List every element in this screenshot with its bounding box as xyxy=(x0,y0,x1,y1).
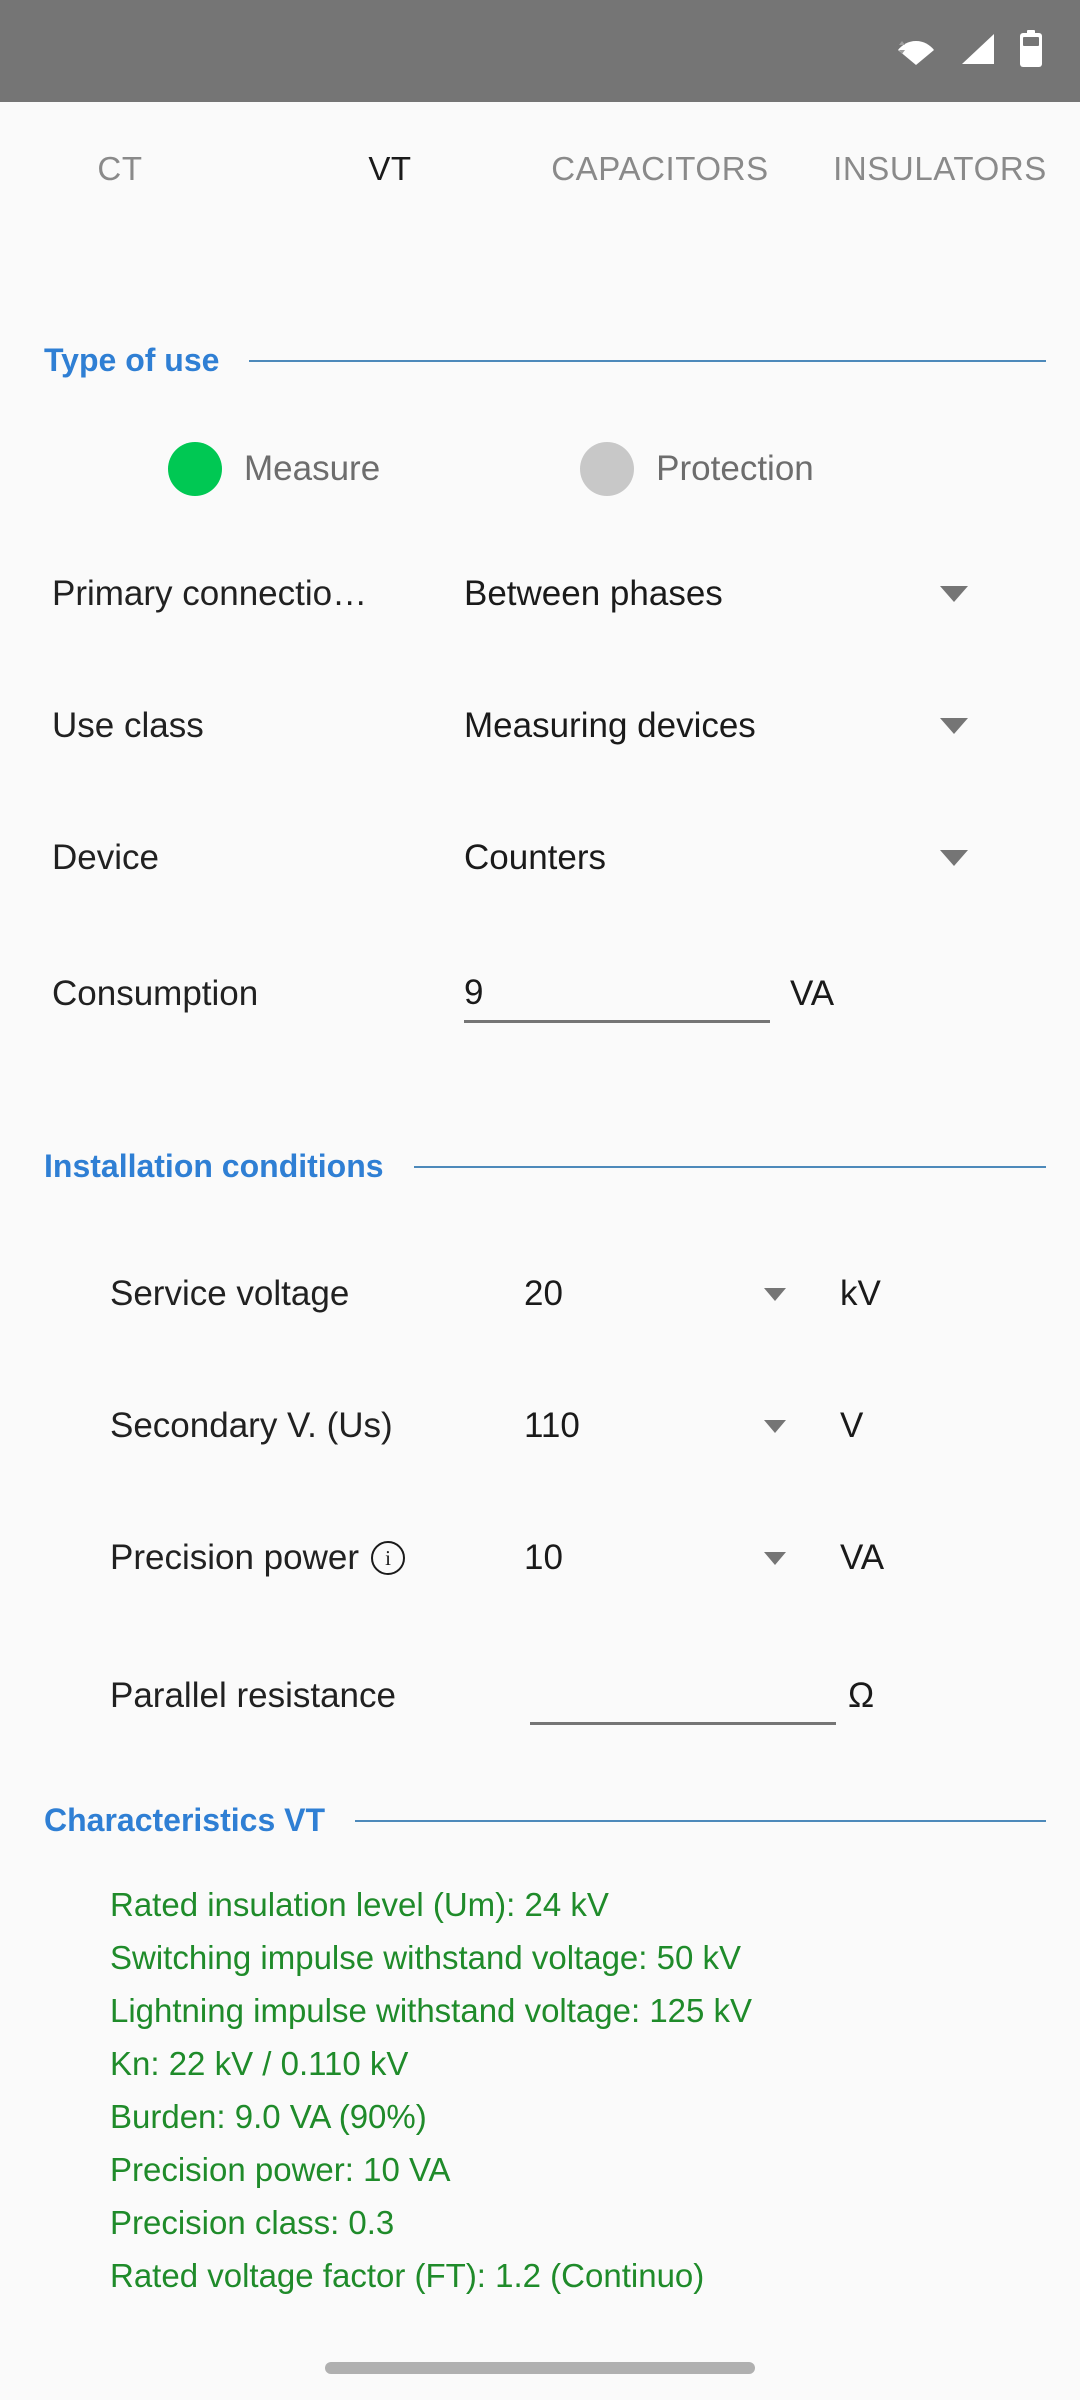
field-service-voltage[interactable]: Service voltage 20 kV xyxy=(0,1262,1080,1326)
tab-ct[interactable]: CT xyxy=(60,150,180,188)
radio-label-protection: Protection xyxy=(656,449,814,488)
characteristic-line: Rated voltage factor (FT): 1.2 (Continuo… xyxy=(110,2257,705,2294)
section-header-installation-conditions: Installation conditions xyxy=(44,1148,1046,1185)
battery-icon xyxy=(1018,29,1044,73)
characteristic-line: Switching impulse withstand voltage: 50 … xyxy=(110,1939,741,1976)
field-precision-power[interactable]: Precision power i 10 VA xyxy=(0,1526,1080,1590)
field-primary-connection[interactable]: Primary connectio… Between phases xyxy=(0,562,1080,626)
chevron-down-icon[interactable] xyxy=(764,1287,786,1301)
value-primary-connection[interactable]: Between phases xyxy=(464,574,723,614)
chevron-down-icon[interactable] xyxy=(940,850,968,866)
radio-option-protection[interactable]: Protection xyxy=(580,442,814,496)
field-parallel-resistance[interactable]: Parallel resistance Ω xyxy=(0,1658,1080,1734)
unit-precision-power: VA xyxy=(840,1538,885,1577)
unit-service-voltage: kV xyxy=(840,1274,881,1313)
type-of-use-options: Measure Protection xyxy=(0,442,1080,496)
chevron-down-icon[interactable] xyxy=(940,718,968,734)
section-rule xyxy=(413,1165,1046,1168)
label-service-voltage: Service voltage xyxy=(110,1274,350,1313)
field-secondary-voltage[interactable]: Secondary V. (Us) 110 V xyxy=(0,1394,1080,1458)
unit-secondary-voltage: V xyxy=(840,1406,864,1445)
app-screen: CT VT CAPACITORS INSULATORS Type of use … xyxy=(0,0,1080,2400)
tab-bar: CT VT CAPACITORS INSULATORS xyxy=(0,102,1080,363)
section-rule xyxy=(249,359,1046,362)
unit-parallel-resistance: Ω xyxy=(848,1676,875,1715)
tab-capacitors[interactable]: CAPACITORS xyxy=(490,150,830,188)
label-precision-power: Precision power i xyxy=(110,1538,405,1578)
section-rule xyxy=(355,1819,1046,1822)
form-content: Type of use Measure Protection Primary c… xyxy=(0,262,1080,2400)
consumption-input[interactable]: 9 xyxy=(464,965,770,1023)
field-consumption[interactable]: Consumption 9 VA xyxy=(0,958,1080,1030)
value-use-class[interactable]: Measuring devices xyxy=(464,706,756,746)
chevron-down-icon[interactable] xyxy=(764,1419,786,1433)
section-header-type-of-use: Type of use xyxy=(44,342,1046,379)
info-icon[interactable]: i xyxy=(371,1541,405,1575)
radio-dot-measure[interactable] xyxy=(168,442,222,496)
value-secondary-voltage[interactable]: 110 xyxy=(524,1406,580,1446)
value-service-voltage[interactable]: 20 xyxy=(524,1274,563,1314)
characteristic-line: Burden: 9.0 VA (90%) xyxy=(110,2098,427,2135)
radio-dot-protection[interactable] xyxy=(580,442,635,496)
cellular-signal-icon xyxy=(958,32,996,71)
characteristic-line: Precision class: 0.3 xyxy=(110,2204,395,2241)
value-device[interactable]: Counters xyxy=(464,838,606,878)
characteristic-line: Precision power: 10 VA xyxy=(110,2151,451,2188)
section-title-installation-conditions: Installation conditions xyxy=(44,1148,384,1184)
radio-label-measure: Measure xyxy=(244,449,381,488)
section-header-characteristics-vt: Characteristics VT xyxy=(44,1802,1046,1839)
unit-consumption: VA xyxy=(790,974,835,1013)
field-use-class[interactable]: Use class Measuring devices xyxy=(0,694,1080,758)
value-precision-power[interactable]: 10 xyxy=(524,1538,563,1578)
characteristic-line: Rated insulation level (Um): 24 kV xyxy=(110,1886,609,1923)
label-consumption: Consumption xyxy=(52,974,259,1013)
label-secondary-voltage: Secondary V. (Us) xyxy=(110,1406,393,1445)
status-bar xyxy=(0,0,1080,102)
wifi-icon xyxy=(896,32,936,71)
consumption-input-value: 9 xyxy=(464,972,484,1012)
tab-insulators[interactable]: INSULATORS xyxy=(810,150,1070,188)
gesture-navigation-bar[interactable] xyxy=(325,2362,755,2374)
characteristic-line: Kn: 22 kV / 0.110 kV xyxy=(110,2045,409,2082)
characteristic-line: Lightning impulse withstand voltage: 125… xyxy=(110,1992,753,2029)
label-use-class: Use class xyxy=(52,706,204,745)
label-precision-power-text: Precision power xyxy=(110,1538,359,1577)
section-title-characteristics-vt: Characteristics VT xyxy=(44,1802,326,1838)
field-device[interactable]: Device Counters xyxy=(0,826,1080,890)
parallel-resistance-input[interactable] xyxy=(530,1667,836,1725)
radio-option-measure[interactable]: Measure xyxy=(168,442,380,496)
status-bar-icons xyxy=(896,29,1044,73)
label-primary-connection: Primary connectio… xyxy=(52,574,368,613)
chevron-down-icon[interactable] xyxy=(940,586,968,602)
label-parallel-resistance: Parallel resistance xyxy=(110,1676,396,1715)
chevron-down-icon[interactable] xyxy=(764,1551,786,1565)
section-title-type-of-use: Type of use xyxy=(44,342,220,378)
label-device: Device xyxy=(52,838,159,877)
tab-vt[interactable]: VT xyxy=(330,150,450,188)
characteristics-vt-list: Rated insulation level (Um): 24 kV Switc… xyxy=(110,1878,1050,2302)
